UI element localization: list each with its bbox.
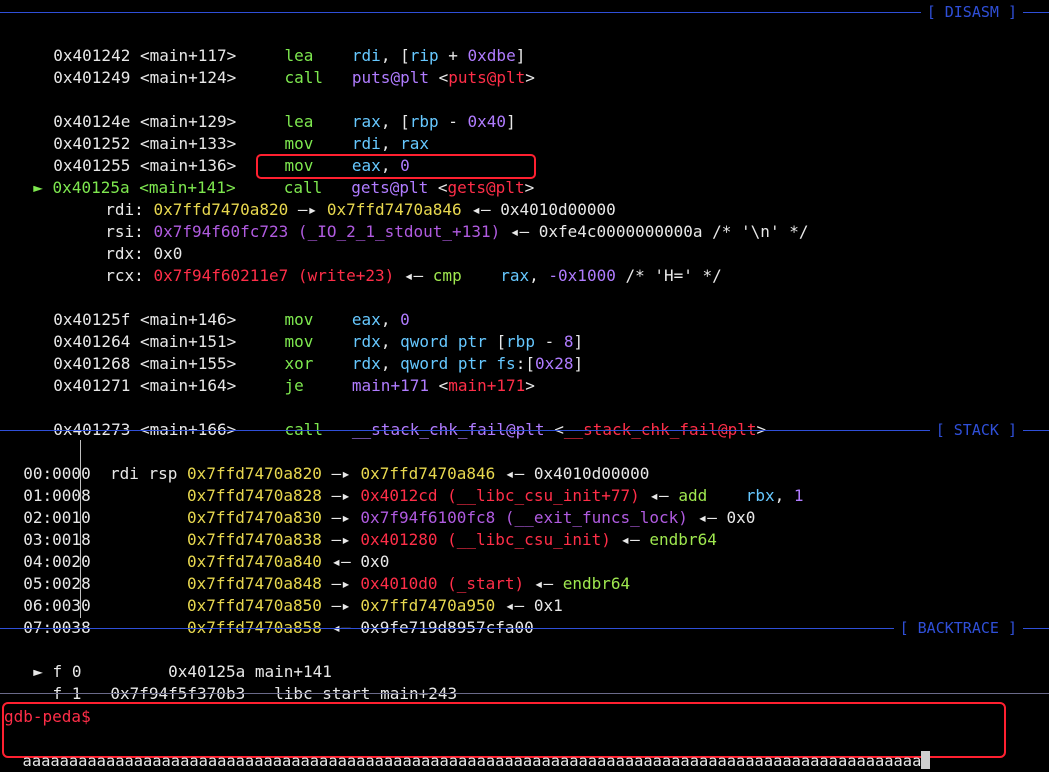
stack-row: 06:0030 0x7ffd7470a850 —▸ 0x7ffd7470a950… bbox=[23, 596, 563, 615]
stack-header: [ STACK ] bbox=[929, 419, 1023, 441]
stack-row: 03:0018 0x7ffd7470a838 —▸ 0x401280 (__li… bbox=[23, 530, 717, 549]
disasm-line: 0x401271 <main+164> je main+171 <main+17… bbox=[53, 376, 535, 395]
disasm-line: 0x401255 <main+136> mov eax, 0 bbox=[53, 156, 410, 175]
disasm-line: 0x401273 <main+166> call __stack_chk_fai… bbox=[53, 420, 767, 439]
current-instruction-highlight bbox=[256, 154, 536, 179]
stack-row: 07:0038 0x7ffd7470a858 ◂— 0x9fe719d8957c… bbox=[23, 618, 534, 637]
disasm-header: [ DISASM ] bbox=[920, 1, 1023, 23]
arg-rdi: rdi: 0x7ffd7470a820 —▸ 0x7ffd7470a846 ◂—… bbox=[105, 200, 616, 219]
stack-row: 02:0010 0x7ffd7470a830 —▸ 0x7f94f6100fc8… bbox=[23, 508, 756, 527]
command-input[interactable]: aaaaaaaaaaaaaaaaaaaaaaaaaaaaaaaaaaaaaaaa… bbox=[4, 728, 931, 770]
command-input-text: aaaaaaaaaaaaaaaaaaaaaaaaaaaaaaaaaaaaaaaa… bbox=[22, 752, 922, 770]
backtrace-header: [ BACKTRACE ] bbox=[893, 617, 1023, 639]
stack-rule bbox=[0, 430, 1049, 431]
disasm-rule bbox=[0, 12, 1049, 13]
backtrace-rule bbox=[0, 628, 1049, 629]
disasm-line: 0x401242 <main+117> lea rdi, [rip + 0xdb… bbox=[53, 46, 526, 65]
backtrace-frame: ► f 0 0x40125a main+141 bbox=[33, 662, 332, 681]
disasm-line: 0x40125f <main+146> mov eax, 0 bbox=[53, 310, 410, 329]
disasm-line: 0x401249 <main+124> call puts@plt <puts@… bbox=[53, 68, 535, 87]
arg-rsi: rsi: 0x7f94f60fc723 (_IO_2_1_stdout_+131… bbox=[105, 222, 809, 241]
stack-row: 00:0000 rdi rsp 0x7ffd7470a820 —▸ 0x7ffd… bbox=[23, 464, 650, 483]
current-marker: ► bbox=[33, 178, 43, 197]
backtrace-frame: f 1 0x7f94f5f370b3 __libc_start_main+243 bbox=[52, 684, 458, 703]
prompt-rule bbox=[0, 693, 1049, 694]
text-cursor bbox=[921, 751, 931, 769]
disasm-line: 0x401268 <main+155> xor rdx, qword ptr f… bbox=[53, 354, 584, 373]
disasm-line: 0x401252 <main+133> mov rdi, rax bbox=[53, 134, 429, 153]
gdb-prompt: gdb-peda$ bbox=[4, 707, 91, 726]
stack-row: 04:0020 0x7ffd7470a840 ◂— 0x0 bbox=[23, 552, 390, 571]
stack-row: 05:0028 0x7ffd7470a848 —▸ 0x4010d0 (_sta… bbox=[23, 574, 631, 593]
arg-rcx: rcx: 0x7f94f60211e7 (write+23) ◂— cmp ra… bbox=[105, 266, 722, 285]
disasm-line: 0x401264 <main+151> mov rdx, qword ptr [… bbox=[53, 332, 584, 351]
disasm-line: 0x40124e <main+129> lea rax, [rbp - 0x40… bbox=[53, 112, 516, 131]
arg-rdx: rdx: 0x0 bbox=[105, 244, 183, 263]
stack-row: 01:0008 0x7ffd7470a828 —▸ 0x4012cd (__li… bbox=[23, 486, 804, 505]
